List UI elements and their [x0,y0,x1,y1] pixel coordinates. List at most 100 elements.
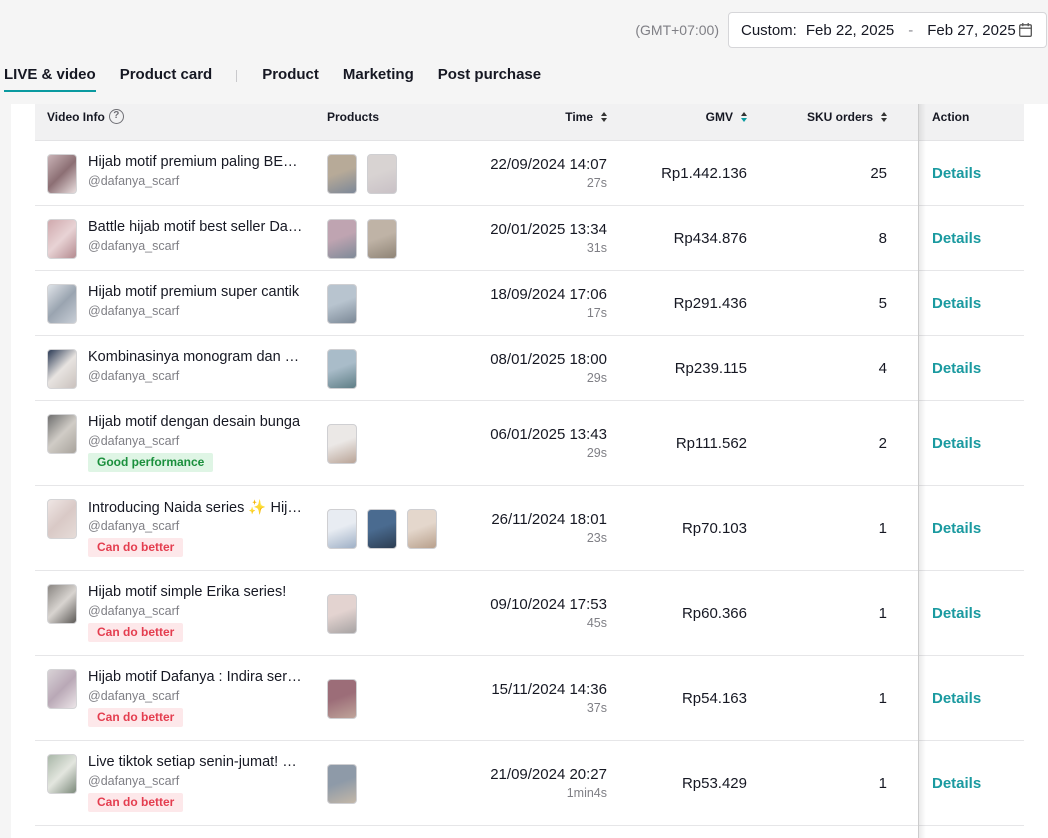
product-thumbnail[interactable] [327,678,357,719]
details-link[interactable]: Details [932,295,981,312]
product-thumbnail[interactable] [327,508,357,549]
video-thumbnail[interactable] [47,414,77,454]
product-thumbnail[interactable] [367,508,397,549]
product-thumbnail[interactable] [327,423,357,464]
table-row[interactable]: Hijab motif simple Erika series! @dafanya… [35,571,1024,656]
product-thumbnail[interactable] [327,348,357,389]
video-title[interactable]: Hijab motif dengan desain bunga [88,414,303,430]
sku-orders-value: 5 [878,294,887,312]
gmv-value: Rp239.115 [674,359,747,377]
table-body: Hijab motif premium paling BESTSELLER @da… [35,141,1024,826]
column-header-action: Action [932,110,970,124]
gmv-value: Rp53.429 [681,774,747,792]
video-title[interactable]: Introducing Naida series ✨ Hijab motif [88,499,303,516]
video-title[interactable]: Kombinasinya monogram dan floral [88,349,303,365]
table-row[interactable]: Battle hijab motif best seller Dafanya @d… [35,206,1024,271]
table-row[interactable]: Hijab motif Dafanya : Indira series @dafa… [35,656,1024,741]
table-row[interactable]: Kombinasinya monogram dan floral @dafanya… [35,336,1024,401]
details-link[interactable]: Details [932,435,981,452]
calendar-icon[interactable] [1019,23,1032,37]
details-link[interactable]: Details [932,165,981,182]
performance-badge: Good performance [88,453,214,472]
gmv-value: Rp70.103 [681,519,747,537]
details-link[interactable]: Details [932,775,981,792]
product-thumbnail[interactable] [327,283,357,324]
video-thumbnail[interactable] [47,499,77,539]
video-duration: 17s [586,305,607,320]
creator-handle: @dafanya_scarf [88,519,180,533]
tab-marketing[interactable]: Marketing [343,66,414,90]
video-post-time: 20/01/2025 13:34 [490,220,607,238]
gmv-value: Rp54.163 [681,689,747,707]
video-title[interactable]: Live tiktok setiap senin-jumat! Hijab [88,754,303,770]
video-thumbnail[interactable] [47,669,77,709]
analytics-tabs: LIVE & video Product card Product Market… [4,66,565,92]
tab-product-card[interactable]: Product card [120,66,213,90]
video-thumbnail[interactable] [47,219,77,259]
sort-arrows-icon[interactable] [741,111,747,123]
video-thumbnail[interactable] [47,349,77,389]
table-row[interactable]: Hijab motif premium super cantik @dafanya… [35,271,1024,336]
video-duration: 29s [586,445,607,460]
table-row[interactable]: Hijab motif dengan desain bunga @dafanya_… [35,401,1024,486]
creator-handle: @dafanya_scarf [88,604,180,618]
sort-arrows-icon[interactable] [881,111,887,123]
gmv-value: Rp111.562 [675,434,747,452]
sku-orders-value: 8 [878,229,887,247]
table-row[interactable]: Live tiktok setiap senin-jumat! Hijab @da… [35,741,1024,826]
sku-orders-value: 1 [878,519,887,537]
product-thumbnail[interactable] [367,218,397,259]
sku-orders-value: 1 [878,604,887,622]
column-header-video-info: Video Info? [47,104,124,141]
column-header-sku-orders[interactable]: SKU orders [807,104,887,141]
video-post-time: 08/01/2025 18:00 [490,350,607,368]
date-range-picker[interactable]: Custom: Feb 22, 2025 - Feb 27, 2025 [728,12,1047,48]
column-header-time[interactable]: Time [565,104,607,141]
details-link[interactable]: Details [932,520,981,537]
timezone-label: (GMT+07:00) [635,22,719,38]
product-thumbnail[interactable] [327,763,357,804]
gmv-value: Rp1.442.136 [661,164,747,182]
date-range-separator: - [908,21,914,39]
column-label-video-info: Video Info [47,110,105,124]
video-thumbnail[interactable] [47,284,77,324]
video-title[interactable]: Hijab motif premium paling BESTSELLER [88,154,303,170]
product-thumbnail[interactable] [407,508,437,549]
column-header-gmv[interactable]: GMV [706,104,747,141]
sticky-column-border [918,104,919,838]
video-thumbnail[interactable] [47,754,77,794]
video-post-time: 06/01/2025 13:43 [490,425,607,443]
product-thumbnail[interactable] [327,153,357,194]
video-title[interactable]: Hijab motif simple Erika series! [88,584,303,600]
video-title[interactable]: Hijab motif premium super cantik [88,284,303,300]
creator-handle: @dafanya_scarf [88,689,180,703]
question-circle-icon[interactable]: ? [108,109,124,125]
tab-live-video[interactable]: LIVE & video [4,66,96,92]
date-range-end: Feb 27, 2025 [927,21,1016,39]
creator-handle: @dafanya_scarf [88,774,180,788]
performance-badge: Can do better [88,538,184,557]
video-duration: 27s [586,175,607,190]
details-link[interactable]: Details [932,230,981,247]
video-title[interactable]: Hijab motif Dafanya : Indira series [88,669,303,685]
sort-arrows-icon[interactable] [601,111,607,123]
video-title[interactable]: Battle hijab motif best seller Dafanya [88,219,303,235]
tab-post-purchase[interactable]: Post purchase [438,66,541,90]
table-row[interactable]: Hijab motif premium paling BESTSELLER @da… [35,141,1024,206]
tab-divider [236,70,238,82]
video-duration: 37s [586,700,607,715]
video-post-time: 22/09/2024 14:07 [490,155,607,173]
product-thumbnail[interactable] [367,153,397,194]
details-link[interactable]: Details [932,690,981,707]
performance-badge: Can do better [88,793,184,812]
details-link[interactable]: Details [932,605,981,622]
video-duration: 1min4s [566,785,607,800]
table-row[interactable]: Introducing Naida series ✨ Hijab motif @d… [35,486,1024,571]
product-thumbnail[interactable] [327,218,357,259]
product-thumbnail[interactable] [327,593,357,634]
tab-product[interactable]: Product [262,66,319,90]
creator-handle: @dafanya_scarf [88,239,180,253]
video-thumbnail[interactable] [47,584,77,624]
video-thumbnail[interactable] [47,154,77,194]
details-link[interactable]: Details [932,360,981,377]
